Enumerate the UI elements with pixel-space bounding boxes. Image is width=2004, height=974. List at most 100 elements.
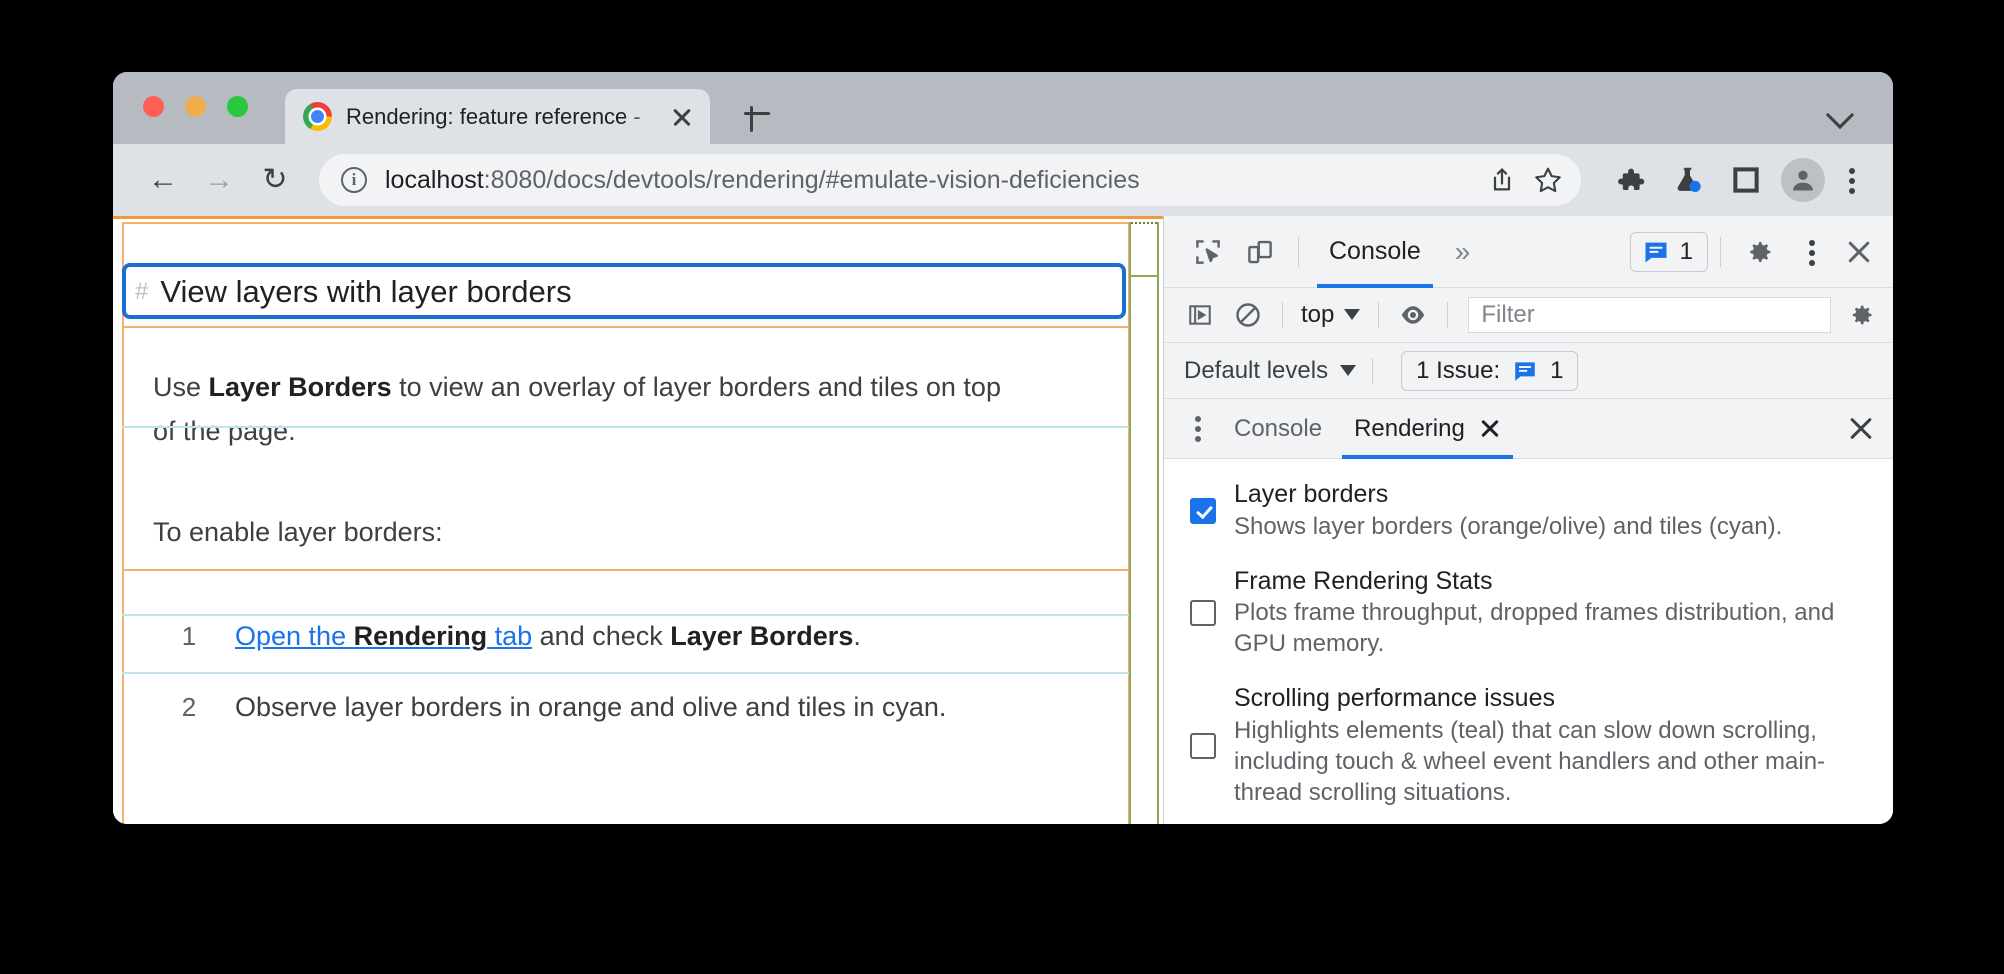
- step-text: Open the Rendering tab and check Layer B…: [235, 621, 861, 652]
- paragraph-enable: To enable layer borders:: [153, 517, 443, 548]
- layer-border-scrollbar: [1129, 222, 1159, 824]
- layer-borders-checkbox[interactable]: [1190, 497, 1216, 524]
- console-settings-gear-icon[interactable]: [1837, 291, 1885, 339]
- execution-context-select[interactable]: top: [1293, 301, 1368, 329]
- profile-avatar[interactable]: [1781, 158, 1825, 202]
- close-tab-icon[interactable]: [668, 103, 696, 131]
- log-levels-value: Default levels: [1184, 356, 1329, 384]
- issues-summary-count: 1: [1550, 356, 1564, 384]
- filter-divider: [1282, 301, 1283, 328]
- list-item: 1 Open the Rendering tab and check Layer…: [173, 621, 1163, 652]
- site-info-icon[interactable]: i: [341, 167, 367, 193]
- scrolling-performance-issues-checkbox[interactable]: [1190, 732, 1216, 759]
- link-post: tab: [487, 621, 533, 652]
- url-text: localhost:8080/docs/devtools/rendering/#…: [385, 166, 1479, 195]
- page-title-text: View layers with layer borders: [160, 274, 572, 309]
- list-item: 2 Observe layer borders in orange and ol…: [173, 692, 1163, 723]
- option-description: Plots frame throughput, dropped frames d…: [1234, 599, 1835, 658]
- tab-title: Rendering: feature reference -: [346, 103, 641, 129]
- close-devtools-icon[interactable]: [1833, 226, 1885, 278]
- para1-bold: Layer Borders: [208, 372, 392, 402]
- gear-icon[interactable]: [1733, 226, 1785, 278]
- console-filter-toolbar: top Filter: [1164, 288, 1893, 343]
- browser-window: Rendering: feature reference - ← → ↻ i l…: [113, 72, 1893, 824]
- issues-badge-button[interactable]: 1: [1629, 231, 1708, 272]
- share-icon[interactable]: [1479, 157, 1525, 203]
- chevron-down-icon: [1340, 365, 1357, 377]
- drawer-menu-icon[interactable]: [1178, 405, 1218, 453]
- drawer-tabbar: Console Rendering: [1164, 399, 1893, 460]
- frame-rendering-stats-checkbox[interactable]: [1190, 599, 1216, 626]
- devtools-toolbar: Console » 1: [1164, 216, 1893, 288]
- more-tabs-icon[interactable]: »: [1439, 236, 1484, 268]
- back-button[interactable]: ←: [135, 152, 191, 208]
- forward-button[interactable]: →: [191, 152, 247, 208]
- filter-divider: [1447, 301, 1449, 328]
- paragraph-intro: Use Layer Borders to view an overlay of …: [153, 366, 1013, 453]
- screenshot-stage: Rendering: feature reference - ← → ↻ i l…: [0, 0, 2004, 974]
- page-title: # View layers with layer borders: [135, 274, 1163, 310]
- rendering-option-layer-borders[interactable]: Layer borders Shows layer borders (orang…: [1190, 479, 1871, 541]
- tab-console[interactable]: Console: [1311, 216, 1439, 288]
- browser-toolbar: ← → ↻ i localhost:8080/docs/devtools/ren…: [113, 144, 1893, 216]
- side-panel-icon[interactable]: [1721, 155, 1771, 205]
- reload-button[interactable]: ↻: [247, 152, 303, 208]
- message-icon: [1645, 242, 1667, 262]
- close-window-button[interactable]: [143, 96, 164, 117]
- device-toolbar-icon[interactable]: [1234, 226, 1286, 278]
- log-levels-select[interactable]: Default levels: [1178, 357, 1362, 385]
- option-text: Layer borders Shows layer borders (orang…: [1234, 479, 1782, 541]
- link-bold: Rendering: [353, 621, 488, 652]
- drawer-tab-console[interactable]: Console: [1218, 399, 1338, 459]
- issues-summary-button[interactable]: 1 Issue: 1: [1401, 350, 1579, 391]
- labs-flask-icon[interactable]: [1663, 155, 1713, 205]
- new-tab-button[interactable]: [738, 94, 776, 132]
- chevron-down-icon[interactable]: [1827, 100, 1853, 126]
- close-rendering-tab-icon[interactable]: [1479, 418, 1501, 440]
- console-sidebar-icon[interactable]: [1176, 291, 1224, 339]
- step-number: 1: [181, 621, 197, 652]
- steps-list: 1 Open the Rendering tab and check Layer…: [173, 621, 1163, 723]
- issues-count: 1: [1679, 237, 1693, 265]
- step1-after-pre: and check: [532, 621, 671, 652]
- drawer-tab-rendering[interactable]: Rendering: [1338, 399, 1517, 459]
- browser-menu-icon[interactable]: [1831, 155, 1873, 205]
- rendering-tab-link[interactable]: Open the Rendering tab: [235, 621, 532, 651]
- maximize-window-button[interactable]: [227, 96, 248, 117]
- message-icon: [1515, 361, 1535, 381]
- chevron-down-icon: [1344, 309, 1361, 321]
- levels-divider: [1372, 357, 1374, 384]
- viewport: # View layers with layer borders Use Lay…: [113, 216, 1893, 824]
- devtools-menu-icon[interactable]: [1791, 227, 1833, 277]
- console-levels-toolbar: Default levels 1 Issue: 1: [1164, 342, 1893, 400]
- para1-pre: Use: [153, 372, 209, 402]
- execution-context-value: top: [1301, 300, 1335, 328]
- inspect-element-icon[interactable]: [1182, 226, 1234, 278]
- rendering-option-frame-rendering-stats[interactable]: Frame Rendering Stats Plots frame throug…: [1190, 566, 1871, 660]
- extensions-puzzle-icon[interactable]: [1605, 155, 1655, 205]
- chrome-logo-icon: [303, 102, 332, 131]
- step1-after-post: .: [853, 621, 861, 652]
- rendering-options-panel: Layer borders Shows layer borders (orang…: [1164, 459, 1893, 824]
- step-number: 2: [181, 692, 197, 723]
- browser-tab[interactable]: Rendering: feature reference -: [285, 89, 710, 144]
- issues-summary-label: 1 Issue:: [1416, 356, 1501, 384]
- drawer-tab-rendering-label: Rendering: [1354, 414, 1465, 442]
- console-filter-input[interactable]: Filter: [1468, 296, 1831, 333]
- clear-console-icon[interactable]: [1224, 291, 1272, 339]
- option-text: Scrolling performance issues Highlights …: [1234, 683, 1871, 808]
- page-content: # View layers with layer borders Use Lay…: [113, 216, 1163, 824]
- window-controls: [143, 96, 248, 117]
- option-description: Shows layer borders (orange/olive) and t…: [1234, 512, 1783, 540]
- rendering-option-scrolling-performance-issues[interactable]: Scrolling performance issues Highlights …: [1190, 683, 1871, 808]
- close-drawer-icon[interactable]: [1839, 407, 1883, 451]
- filter-divider: [1378, 301, 1380, 328]
- option-title: Layer borders: [1234, 480, 1389, 509]
- address-bar[interactable]: i localhost:8080/docs/devtools/rendering…: [319, 154, 1581, 206]
- option-title: Frame Rendering Stats: [1234, 566, 1493, 595]
- step1-after-bold: Layer Borders: [670, 621, 854, 652]
- minimize-window-button[interactable]: [185, 96, 206, 117]
- live-expression-eye-icon[interactable]: [1389, 291, 1437, 339]
- bookmark-star-icon[interactable]: [1525, 157, 1571, 203]
- anchor-hash-icon[interactable]: #: [135, 278, 148, 306]
